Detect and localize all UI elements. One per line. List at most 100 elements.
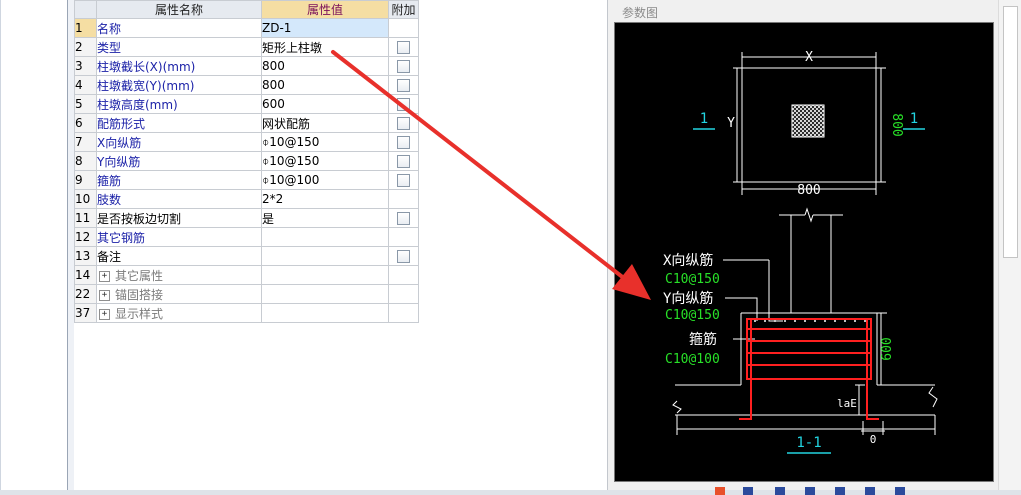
property-value-cell <box>261 265 389 285</box>
panel-title: 参数图 <box>622 6 659 20</box>
extra-cell <box>388 18 419 38</box>
extra-checkbox[interactable] <box>397 41 410 54</box>
tray-icon[interactable] <box>865 487 875 495</box>
plan-x-label: X <box>805 50 813 65</box>
row-number: 12 <box>74 227 97 247</box>
property-value-cell <box>261 284 389 304</box>
row-number: 37 <box>74 303 97 323</box>
property-name: 柱墩高度(mm) <box>96 94 262 114</box>
extra-checkbox[interactable] <box>397 212 410 225</box>
table-row[interactable]: 7 X向纵筋 ⌽10@150 <box>74 132 419 152</box>
extra-cell <box>388 284 419 304</box>
vertical-scrollbar[interactable] <box>998 0 1021 490</box>
table-row[interactable]: 8 Y向纵筋 ⌽10@150 <box>74 151 419 171</box>
row-number: 11 <box>74 208 97 228</box>
table-row[interactable]: 9 箍筋 ⌽10@100 <box>74 170 419 190</box>
property-value-input[interactable]: ⌽10@100 <box>261 170 389 190</box>
extra-cell <box>388 189 419 209</box>
property-name: 柱墩截长(X)(mm) <box>96 56 262 76</box>
property-value-input[interactable]: 600 <box>261 94 389 114</box>
tray-icon[interactable] <box>775 487 785 495</box>
property-value-input[interactable]: ⌽10@150 <box>261 151 389 171</box>
table-row[interactable]: 4 柱墩截宽(Y)(mm) 800 <box>74 75 419 95</box>
property-value-input[interactable]: 800 <box>261 56 389 76</box>
property-name: 柱墩截宽(Y)(mm) <box>96 75 262 95</box>
extra-checkbox[interactable] <box>397 174 410 187</box>
extra-cell <box>388 265 419 285</box>
property-name: 类型 <box>96 37 262 57</box>
row-number: 4 <box>74 75 97 95</box>
extra-checkbox[interactable] <box>397 79 410 92</box>
group-row[interactable]: 37 + 显示样式 <box>74 303 419 323</box>
extra-checkbox[interactable] <box>397 117 410 130</box>
property-value-cell <box>261 303 389 323</box>
section-mark-right: 1 <box>903 111 925 130</box>
property-name: 肢数 <box>96 189 262 209</box>
diagram-canvas: X Y 800 800 1 1 X向纵筋 C10@150 Y向纵筋 C10@15… <box>614 22 994 482</box>
expand-plus-icon[interactable]: + <box>99 308 110 320</box>
table-row[interactable]: 13 备注 <box>74 246 419 266</box>
section-title-label: 1-1 <box>796 435 821 451</box>
property-value-input[interactable]: 是 <box>261 208 389 228</box>
property-name: 名称 <box>96 18 262 38</box>
extra-cell <box>388 303 419 323</box>
extra-checkbox[interactable] <box>397 155 410 168</box>
table-row[interactable]: 2 类型 矩形上柱墩 <box>74 37 419 57</box>
property-grid: 属性名称 属性值 附加 1 名称 ZD-1 2 类型 矩形上柱墩 3 柱墩截长(… <box>74 0 419 490</box>
row-number: 6 <box>74 113 97 133</box>
header-property-name: 属性名称 <box>96 0 262 19</box>
row-number: 13 <box>74 246 97 266</box>
row-number: 3 <box>74 56 97 76</box>
table-row[interactable]: 1 名称 ZD-1 <box>74 18 419 38</box>
row-number: 7 <box>74 132 97 152</box>
property-value-input[interactable] <box>261 246 389 266</box>
property-value-input[interactable]: 矩形上柱墩 <box>261 37 389 57</box>
group-label: 锚固搭接 <box>115 287 164 302</box>
property-name: X向纵筋 <box>96 132 262 152</box>
property-value-input[interactable]: 2*2 <box>261 189 389 209</box>
table-row[interactable]: 10 肢数 2*2 <box>74 189 419 209</box>
table-row[interactable]: 3 柱墩截长(X)(mm) 800 <box>74 56 419 76</box>
property-name: 箍筋 <box>96 170 262 190</box>
x-bar-label: X向纵筋 <box>663 252 713 269</box>
property-name: 配筋形式 <box>96 113 262 133</box>
extra-checkbox[interactable] <box>397 250 410 263</box>
tray-icon[interactable] <box>895 487 905 495</box>
tray-icon[interactable] <box>743 487 753 495</box>
section-title: 1-1 <box>787 435 831 454</box>
row-number: 1 <box>74 18 97 38</box>
group-label: 显示样式 <box>115 306 164 321</box>
property-name: 其它钢筋 <box>96 227 262 247</box>
table-row[interactable]: 6 配筋形式 网状配筋 <box>74 113 419 133</box>
plan-y-label: Y <box>727 116 735 131</box>
property-value-input[interactable]: ⌽10@150 <box>261 132 389 152</box>
group-row[interactable]: 22 + 锚固搭接 <box>74 284 419 304</box>
parameter-diagram-panel: 参数图 X Y 800 800 1 1 X向纵筋 C10@150 Y向纵筋 C1… <box>607 0 998 490</box>
row-number: 10 <box>74 189 97 209</box>
toolbar-tray <box>715 487 925 495</box>
header-blank <box>74 0 97 19</box>
table-row[interactable]: 5 柱墩高度(mm) 600 <box>74 94 419 114</box>
extra-checkbox[interactable] <box>397 60 410 73</box>
tray-icon[interactable] <box>805 487 815 495</box>
row-number: 2 <box>74 37 97 57</box>
group-label: 其它属性 <box>115 268 164 283</box>
property-value-input[interactable] <box>261 227 389 247</box>
expand-plus-icon[interactable]: + <box>99 289 110 301</box>
table-row[interactable]: 11 是否按板边切割 是 <box>74 208 419 228</box>
rebar <box>739 318 879 420</box>
property-value-input[interactable]: 800 <box>261 75 389 95</box>
property-value-input[interactable]: ZD-1 <box>261 18 389 38</box>
stirrup-spec: C10@100 <box>665 352 720 367</box>
tray-icon[interactable] <box>835 487 845 495</box>
table-row[interactable]: 12 其它钢筋 <box>74 227 419 247</box>
property-name: 备注 <box>96 246 262 266</box>
extra-checkbox[interactable] <box>397 136 410 149</box>
expand-plus-icon[interactable]: + <box>99 270 110 282</box>
property-value-input[interactable]: 网状配筋 <box>261 113 389 133</box>
scrollbar-thumb[interactable] <box>1003 6 1018 258</box>
x-bar-spec: C10@150 <box>665 272 720 287</box>
group-row[interactable]: 14 + 其它属性 <box>74 265 419 285</box>
header-property-value: 属性值 <box>261 0 389 19</box>
extra-checkbox[interactable] <box>397 98 410 111</box>
